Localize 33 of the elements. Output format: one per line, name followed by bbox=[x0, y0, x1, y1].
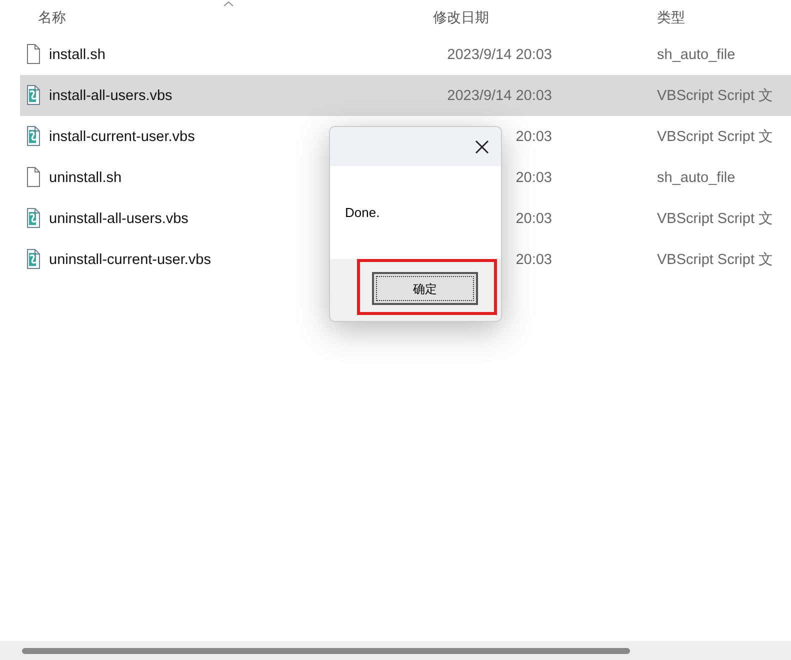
script-file-icon bbox=[26, 249, 41, 269]
modified-date: 20:03 bbox=[516, 169, 552, 188]
ok-button[interactable]: 确定 bbox=[372, 272, 478, 305]
script-file-icon bbox=[26, 126, 41, 146]
selected-file-row[interactable]: install-all-users.vbs 2023/9/14 20:03 VBScript Script 文 bbox=[20, 75, 791, 116]
file-name: install-all-users.vbs bbox=[49, 87, 172, 106]
scrollbar-thumb[interactable] bbox=[22, 648, 630, 654]
modified-date: 20:03 bbox=[516, 128, 552, 147]
script-file-icon bbox=[26, 85, 41, 105]
file-name[interactable]: uninstall-all-users.vbs bbox=[49, 209, 188, 231]
script-file-icon bbox=[26, 208, 41, 228]
dialog-message: Done. bbox=[345, 204, 380, 222]
modified-date: 20:03 bbox=[516, 251, 552, 270]
document-icon bbox=[26, 167, 41, 187]
modified-date: 20:03 bbox=[516, 210, 552, 229]
column-header[interactable]: 类型 bbox=[657, 7, 685, 28]
file-name[interactable]: install.sh bbox=[49, 45, 106, 67]
column-header[interactable]: 修改日期 bbox=[433, 7, 489, 28]
file-type: VBScript Script 文 bbox=[657, 251, 774, 270]
modified-date: 2023/9/14 20:03 bbox=[447, 46, 552, 65]
file-type: VBScript Script 文 bbox=[657, 87, 774, 106]
file-name[interactable]: install-current-user.vbs bbox=[49, 127, 195, 149]
file-type: sh_auto_file bbox=[657, 46, 736, 65]
column-header[interactable]: 名称 bbox=[38, 7, 66, 28]
file-name[interactable]: uninstall-current-user.vbs bbox=[49, 250, 211, 272]
horizontal-scrollbar[interactable] bbox=[0, 641, 791, 660]
document-icon bbox=[26, 44, 41, 64]
close-icon[interactable] bbox=[475, 140, 489, 154]
file-type: VBScript Script 文 bbox=[657, 210, 774, 229]
file-type: sh_auto_file bbox=[657, 169, 736, 188]
file-type: VBScript Script 文 bbox=[657, 128, 774, 147]
file-name[interactable]: uninstall.sh bbox=[49, 168, 122, 190]
modified-date: 2023/9/14 20:03 bbox=[447, 87, 552, 106]
